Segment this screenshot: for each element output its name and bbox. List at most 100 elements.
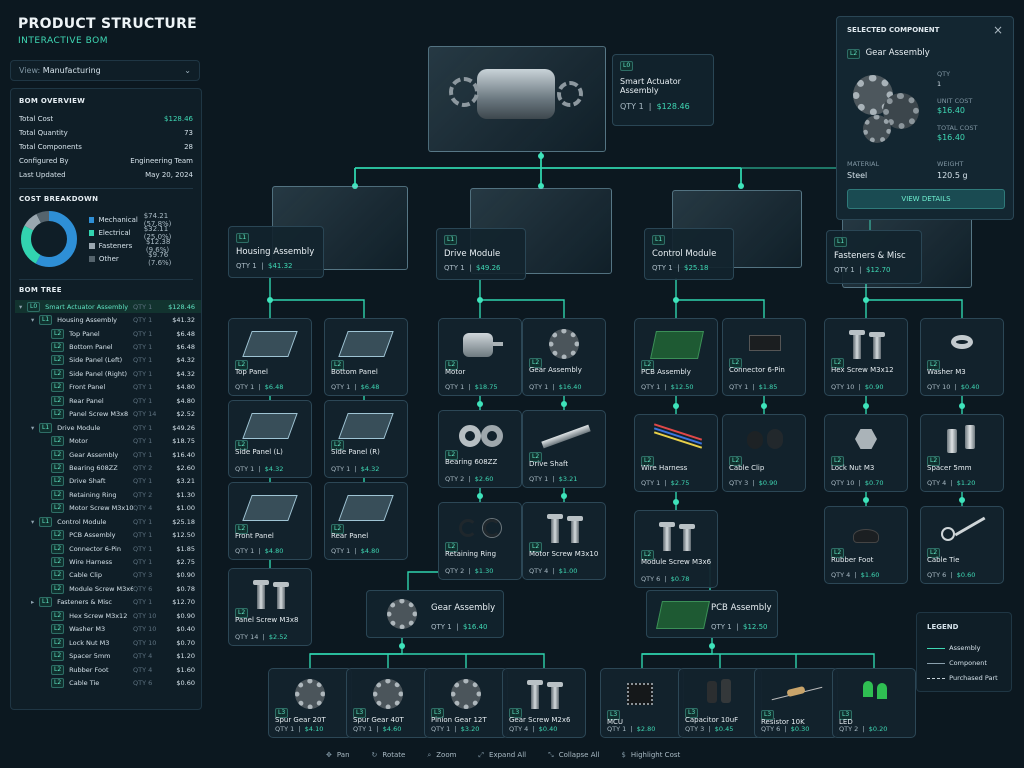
component-card[interactable]: L3 MCU QTY 1 | $2.80 bbox=[600, 668, 684, 738]
view-details-button[interactable]: VIEW DETAILS bbox=[847, 189, 1005, 209]
toolbar-pan-button[interactable]: ✥ Pan bbox=[326, 751, 350, 759]
component-card[interactable]: L2 Bearing 608ZZ QTY 2 | $2.60 bbox=[438, 410, 522, 488]
component-qty: QTY 1 bbox=[331, 465, 351, 473]
component-card[interactable]: L2 Side Panel (L) QTY 1 | $4.32 bbox=[228, 400, 312, 478]
toolbar-highlight-cost-button[interactable]: $ Highlight Cost bbox=[621, 751, 680, 759]
component-card[interactable]: L2 Lock Nut M3 QTY 10 | $0.70 bbox=[824, 414, 908, 492]
gear-icon bbox=[279, 675, 341, 713]
component-card[interactable]: L3 Resistor 10K QTY 6 | $0.30 bbox=[754, 668, 838, 738]
tree-row[interactable]: L2 Cable Clip QTY 3 $0.90 bbox=[15, 569, 201, 582]
close-icon[interactable]: × bbox=[993, 23, 1003, 37]
tree-row[interactable]: ▾ L1 Control Module QTY 1 $25.18 bbox=[15, 515, 201, 528]
tree-row[interactable]: L2 Module Screw M3x6 QTY 6 $0.78 bbox=[15, 582, 201, 595]
toolbar-rotate-button[interactable]: ↻ Rotate bbox=[372, 751, 406, 759]
sub-assembly-node[interactable]: Gear Assembly QTY 1 | $16.40 bbox=[366, 590, 504, 638]
component-card[interactable]: L2 Side Panel (R) QTY 1 | $4.32 bbox=[324, 400, 408, 478]
component-card[interactable]: L3 Spur Gear 20T QTY 1 | $4.10 bbox=[268, 668, 352, 738]
component-card[interactable]: L2 Hex Screw M3x12 QTY 10 | $0.90 bbox=[824, 318, 908, 396]
l1-node[interactable]: L1 Fasteners & Misc QTY 1 | $12.70 bbox=[826, 230, 922, 284]
tree-row[interactable]: L2 PCB Assembly QTY 1 $12.50 bbox=[15, 528, 201, 541]
toolbar-expand-all-button[interactable]: ⤢ Expand All bbox=[478, 751, 526, 760]
tree-row[interactable]: L2 Panel Screw M3x8 QTY 14 $2.52 bbox=[15, 408, 201, 421]
tree-item-qty: QTY 10 bbox=[133, 611, 157, 620]
root-node[interactable]: L0 Smart Actuator Assembly QTY 1 | $128.… bbox=[612, 54, 714, 126]
expand-arrow-icon[interactable]: ▾ bbox=[31, 424, 39, 432]
component-card[interactable]: L2 Drive Shaft QTY 1 | $3.21 bbox=[522, 410, 606, 488]
tree-row[interactable]: L2 Retaining Ring QTY 2 $1.30 bbox=[15, 488, 201, 501]
pcb-icon bbox=[645, 325, 707, 363]
tree-row[interactable]: L2 Rear Panel QTY 1 $4.80 bbox=[15, 394, 201, 407]
tree-row[interactable]: L2 Hex Screw M3x12 QTY 10 $0.90 bbox=[15, 609, 201, 622]
tree-row[interactable]: L2 Lock Nut M3 QTY 10 $0.70 bbox=[15, 636, 201, 649]
tree-row[interactable]: L2 Front Panel QTY 1 $4.80 bbox=[15, 381, 201, 394]
component-card[interactable]: L2 Washer M3 QTY 10 | $0.40 bbox=[920, 318, 1004, 396]
tree-row[interactable]: L2 Spacer 5mm QTY 4 $1.20 bbox=[15, 649, 201, 662]
component-card[interactable]: L3 Gear Screw M2x6 QTY 4 | $0.40 bbox=[502, 668, 586, 738]
component-card[interactable]: L2 Spacer 5mm QTY 4 | $1.20 bbox=[920, 414, 1004, 492]
tree-item-cost: $16.40 bbox=[172, 450, 195, 459]
tree-row[interactable]: L2 Connector 6-Pin QTY 1 $1.85 bbox=[15, 542, 201, 555]
l1-node[interactable]: L1 Housing Assembly QTY 1 | $41.32 bbox=[228, 226, 324, 278]
component-price: $4.10 bbox=[304, 725, 324, 733]
component-card[interactable]: L3 LED QTY 2 | $0.20 bbox=[832, 668, 916, 738]
tree-item-qty: QTY 1 bbox=[133, 369, 153, 378]
overview-row: Total Components 28 bbox=[19, 140, 193, 154]
tree-row[interactable]: L2 Cable Tie QTY 6 $0.60 bbox=[15, 676, 201, 689]
tree-item-cost: $41.32 bbox=[172, 316, 195, 325]
component-price: $4.32 bbox=[360, 465, 380, 473]
tree-row[interactable]: L2 Washer M3 QTY 10 $0.40 bbox=[15, 623, 201, 636]
component-card[interactable]: L2 Motor QTY 1 | $18.75 bbox=[438, 318, 522, 396]
level-badge: L2 bbox=[51, 328, 65, 339]
tree-row[interactable]: L2 Drive Shaft QTY 1 $3.21 bbox=[15, 475, 201, 488]
component-card[interactable]: L2 Gear Assembly QTY 1 | $16.40 bbox=[522, 318, 606, 396]
expand-arrow-icon[interactable]: ▾ bbox=[19, 303, 27, 311]
tree-item-cost: $12.50 bbox=[172, 531, 195, 540]
toolbar-collapse-all-button[interactable]: ⤡ Collapse All bbox=[548, 751, 599, 760]
tree-row[interactable]: L2 Bottom Panel QTY 1 $6.48 bbox=[15, 340, 201, 353]
sub-assembly-node[interactable]: PCB Assembly QTY 1 | $12.50 bbox=[646, 590, 778, 638]
component-card[interactable]: L2 Connector 6-Pin QTY 1 | $1.85 bbox=[722, 318, 806, 396]
toolbar-zoom-button[interactable]: ⌕ Zoom bbox=[427, 751, 456, 760]
actuator-render[interactable] bbox=[428, 46, 606, 152]
component-card[interactable]: L2 Front Panel QTY 1 | $4.80 bbox=[228, 482, 312, 560]
tree-row[interactable]: L2 Side Panel (Left) QTY 1 $4.32 bbox=[15, 354, 201, 367]
component-card[interactable]: L2 Cable Tie QTY 6 | $0.60 bbox=[920, 506, 1004, 584]
expand-arrow-icon[interactable]: ▾ bbox=[31, 518, 39, 526]
component-card[interactable]: L3 Spur Gear 40T QTY 1 | $4.60 bbox=[346, 668, 430, 738]
tree-row[interactable]: ▾ L1 Drive Module QTY 1 $49.26 bbox=[15, 421, 201, 434]
tree-row[interactable]: L2 Bearing 608ZZ QTY 2 $2.60 bbox=[15, 461, 201, 474]
tree-row[interactable]: L2 Motor Screw M3x10 QTY 4 $1.00 bbox=[15, 502, 201, 515]
tree-row[interactable]: ▸ L1 Fasteners & Misc QTY 1 $12.70 bbox=[15, 596, 201, 609]
expand-arrow-icon[interactable]: ▸ bbox=[31, 598, 39, 606]
tree-row[interactable]: L2 Top Panel QTY 1 $6.48 bbox=[15, 327, 201, 340]
component-card[interactable]: L3 Pinion Gear 12T QTY 1 | $3.20 bbox=[424, 668, 508, 738]
component-card[interactable]: L3 Capacitor 10uF QTY 3 | $0.45 bbox=[678, 668, 762, 738]
component-card[interactable]: L2 Rear Panel QTY 1 | $4.80 bbox=[324, 482, 408, 560]
component-card[interactable]: L2 Cable Clip QTY 3 | $0.90 bbox=[722, 414, 806, 492]
component-card[interactable]: L2 Wire Harness QTY 1 | $2.75 bbox=[634, 414, 718, 492]
view-select[interactable]: View: Manufacturing ⌄ bbox=[10, 60, 200, 81]
component-card[interactable]: L2 Panel Screw M3x8 QTY 14 | $2.52 bbox=[228, 568, 312, 646]
component-card[interactable]: L2 Top Panel QTY 1 | $6.48 bbox=[228, 318, 312, 396]
l1-node[interactable]: L1 Control Module QTY 1 | $25.18 bbox=[644, 228, 734, 280]
tree-item-cost: $1.60 bbox=[176, 665, 195, 674]
expand-arrow-icon[interactable]: ▾ bbox=[31, 316, 39, 324]
component-card[interactable]: L2 Motor Screw M3x10 QTY 4 | $1.00 bbox=[522, 502, 606, 580]
l1-node[interactable]: L1 Drive Module QTY 1 | $49.26 bbox=[436, 228, 526, 280]
component-card[interactable]: L2 Rubber Foot QTY 4 | $1.60 bbox=[824, 506, 908, 584]
tree-item-cost: $0.40 bbox=[176, 625, 195, 634]
component-card[interactable]: L2 PCB Assembly QTY 1 | $12.50 bbox=[634, 318, 718, 396]
tree-row[interactable]: ▾ L1 Housing Assembly QTY 1 $41.32 bbox=[15, 313, 201, 326]
component-card[interactable]: L2 Retaining Ring QTY 2 | $1.30 bbox=[438, 502, 522, 580]
component-card[interactable]: L2 Bottom Panel QTY 1 | $6.48 bbox=[324, 318, 408, 396]
tree-row[interactable]: L2 Side Panel (Right) QTY 1 $4.32 bbox=[15, 367, 201, 380]
tree-row[interactable]: ▾ L0 Smart Actuator Assembly QTY 1 $128.46 bbox=[15, 300, 201, 314]
tree-row[interactable]: L2 Motor QTY 1 $18.75 bbox=[15, 434, 201, 447]
tree-row[interactable]: L2 Wire Harness QTY 1 $2.75 bbox=[15, 555, 201, 568]
tree-row[interactable]: L2 Rubber Foot QTY 4 $1.60 bbox=[15, 663, 201, 676]
tree-row[interactable]: L2 Gear Assembly QTY 1 $16.40 bbox=[15, 448, 201, 461]
connector-line bbox=[310, 653, 545, 668]
component-price: $0.78 bbox=[670, 575, 690, 583]
tree-item-cost: $49.26 bbox=[172, 423, 195, 432]
component-card[interactable]: L2 Module Screw M3x6 QTY 6 | $0.78 bbox=[634, 510, 718, 588]
